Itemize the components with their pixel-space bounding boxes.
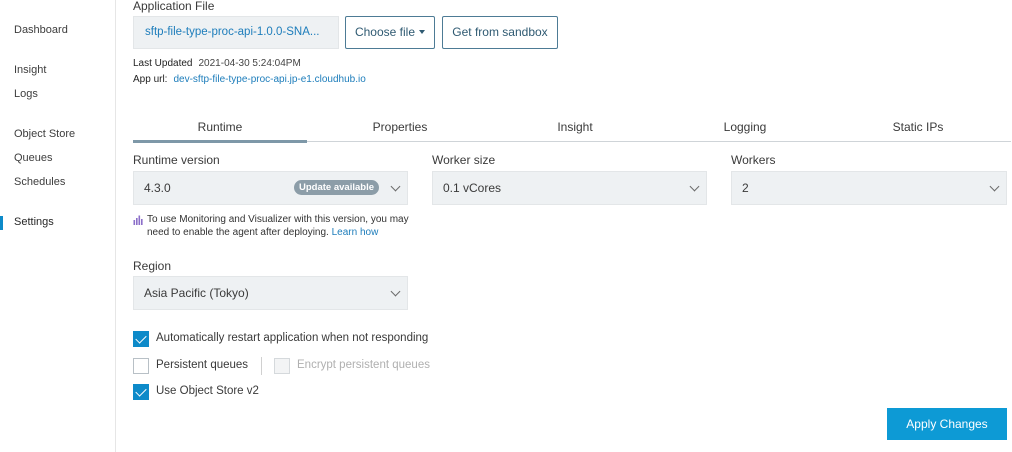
tab-logging[interactable]: Logging bbox=[655, 120, 835, 134]
info-text-block: To use Monitoring and Visualizer with th… bbox=[147, 213, 423, 239]
app-url-link[interactable]: dev-sftp-file-type-proc-api.jp-e1.cloudh… bbox=[173, 74, 365, 85]
learn-how-link[interactable]: Learn how bbox=[332, 227, 379, 238]
app-url-label: App url: bbox=[133, 74, 168, 85]
auto-restart-checkbox[interactable] bbox=[133, 331, 149, 347]
sidebar-item-settings[interactable]: Settings bbox=[14, 216, 54, 228]
settings-panel: Application File sftp-file-type-proc-api… bbox=[133, 0, 1012, 452]
apply-changes-button[interactable]: Apply Changes bbox=[887, 408, 1007, 440]
tab-properties[interactable]: Properties bbox=[307, 120, 493, 134]
runtime-version-label: Runtime version bbox=[133, 153, 220, 167]
object-store-v2-label: Use Object Store v2 bbox=[156, 385, 259, 397]
persistent-queues-label: Persistent queues bbox=[156, 359, 249, 371]
workers-label: Workers bbox=[731, 153, 776, 167]
chevron-down-icon bbox=[989, 181, 1000, 192]
persistent-queues-checkbox[interactable] bbox=[133, 358, 149, 374]
last-updated-label: Last Updated bbox=[133, 58, 193, 69]
choose-file-label: Choose file bbox=[354, 25, 416, 39]
workers-select[interactable]: 2 bbox=[731, 171, 1007, 205]
sidebar-item-schedules[interactable]: Schedules bbox=[14, 176, 65, 188]
application-file-name: sftp-file-type-proc-api-1.0.0-SNA... bbox=[133, 16, 339, 49]
encrypt-queues-checkbox[interactable] bbox=[274, 358, 290, 374]
get-from-sandbox-button[interactable]: Get from sandbox bbox=[442, 16, 558, 49]
chevron-down-icon bbox=[390, 286, 401, 297]
sidebar-item-queues[interactable]: Queues bbox=[14, 152, 53, 164]
settings-tabs: Runtime Properties Insight Logging Stati… bbox=[133, 116, 1011, 143]
tab-runtime[interactable]: Runtime bbox=[133, 120, 307, 134]
bar-chart-icon bbox=[133, 215, 143, 225]
workers-value: 2 bbox=[742, 181, 749, 195]
last-updated: Last Updated 2021-04-30 5:24:04PM bbox=[133, 58, 301, 69]
worker-size-value: 0.1 vCores bbox=[443, 181, 502, 195]
region-label: Region bbox=[133, 259, 172, 273]
chevron-down-icon bbox=[390, 181, 401, 192]
option-divider bbox=[261, 357, 262, 375]
last-updated-value: 2021-04-30 5:24:04PM bbox=[198, 58, 301, 69]
region-value: Asia Pacific (Tokyo) bbox=[144, 286, 249, 300]
runtime-version-value: 4.3.0 bbox=[144, 181, 171, 195]
region-select[interactable]: Asia Pacific (Tokyo) bbox=[133, 276, 408, 310]
sidebar-item-insight[interactable]: Insight bbox=[14, 64, 46, 76]
encrypt-queues-label: Encrypt persistent queues bbox=[297, 359, 430, 371]
worker-size-select[interactable]: 0.1 vCores bbox=[432, 171, 707, 205]
choose-file-button[interactable]: Choose file bbox=[345, 16, 435, 49]
runtime-version-select[interactable]: 4.3.0 Update available bbox=[133, 171, 408, 205]
application-file-label: Application File bbox=[133, 0, 215, 13]
update-available-badge: Update available bbox=[294, 180, 379, 195]
caret-down-icon bbox=[419, 29, 426, 34]
sidebar-item-logs[interactable]: Logs bbox=[14, 88, 38, 100]
sidebar-item-object-store[interactable]: Object Store bbox=[14, 128, 75, 140]
object-store-v2-checkbox[interactable] bbox=[133, 384, 149, 400]
auto-restart-label: Automatically restart application when n… bbox=[156, 332, 429, 344]
sidebar-item-dashboard[interactable]: Dashboard bbox=[14, 24, 68, 36]
sidebar: Dashboard Insight Logs Object Store Queu… bbox=[0, 0, 116, 452]
app-url: App url: dev-sftp-file-type-proc-api.jp-e… bbox=[133, 74, 366, 85]
active-tab-indicator bbox=[133, 140, 307, 143]
tab-insight[interactable]: Insight bbox=[485, 120, 665, 134]
worker-size-label: Worker size bbox=[432, 153, 496, 167]
tab-static-ips[interactable]: Static IPs bbox=[827, 120, 1009, 134]
sidebar-active-indicator bbox=[0, 216, 3, 230]
chevron-down-icon bbox=[689, 181, 700, 192]
